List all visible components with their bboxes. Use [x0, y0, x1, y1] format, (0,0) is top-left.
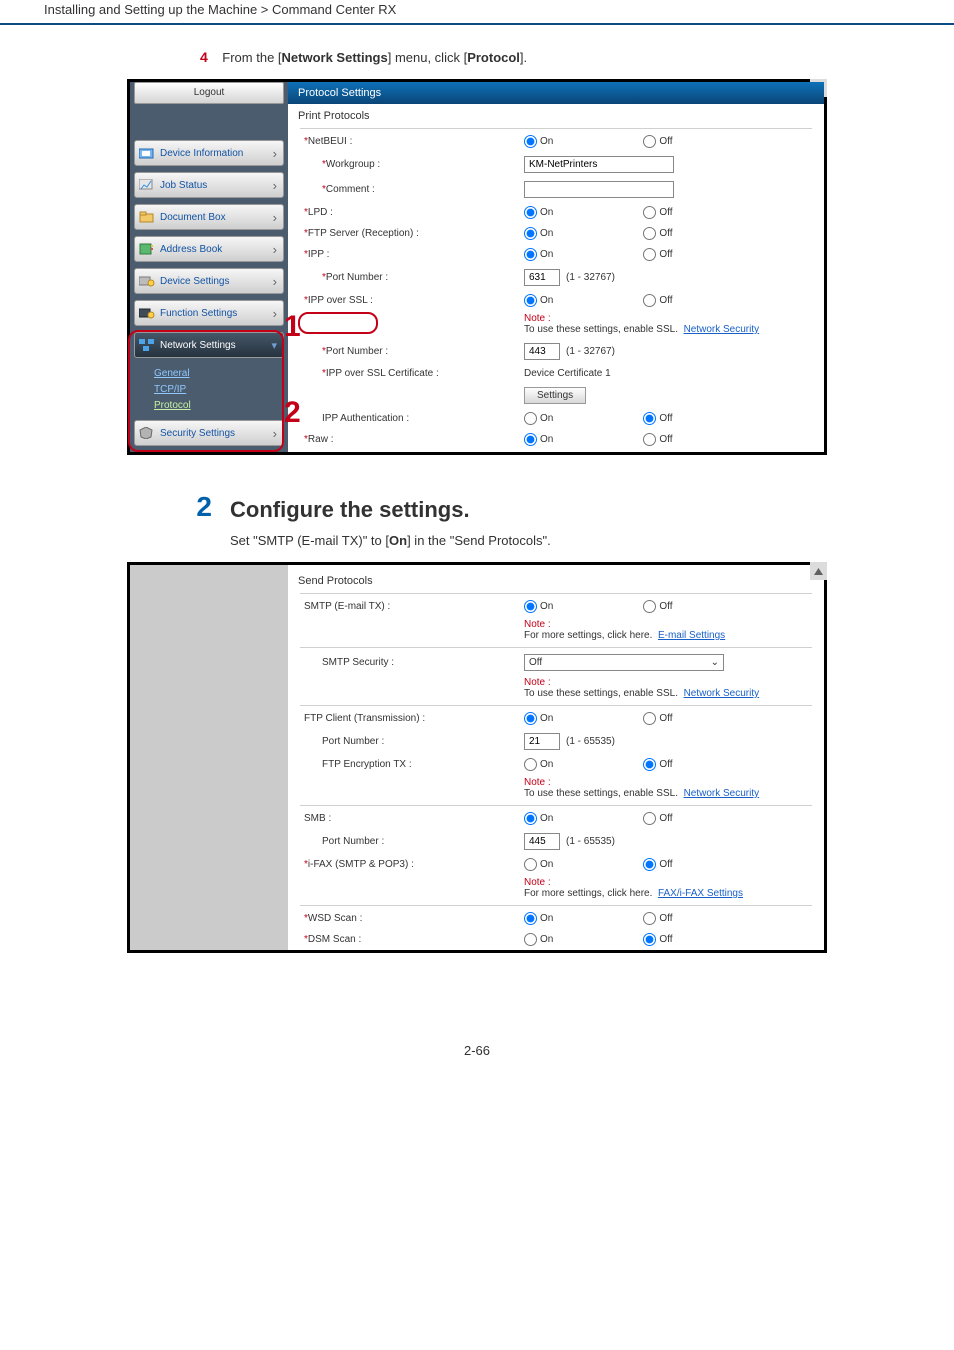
nav-device-information[interactable]: Device Information ›	[134, 140, 284, 166]
ippauth-off[interactable]: Off	[643, 412, 672, 425]
ftpc-on[interactable]: On	[524, 712, 553, 725]
settings-button[interactable]: Settings	[524, 387, 586, 404]
ftp-port-input[interactable]	[524, 733, 560, 750]
note-email: Note : For more settings, click here. E-…	[288, 617, 824, 645]
chevron-right-icon: ›	[273, 146, 277, 161]
nav-document-box[interactable]: Document Box ›	[134, 204, 284, 230]
step2-number: 2	[170, 493, 212, 521]
nav-security-settings[interactable]: Security Settings ›	[134, 420, 284, 446]
chevron-right-icon: ›	[273, 306, 277, 321]
nav-function-settings[interactable]: Function Settings ›	[134, 300, 284, 326]
ippssl-off[interactable]: Off	[643, 294, 672, 307]
network-settings-icon	[139, 338, 155, 352]
step2-heading: Configure the settings.	[170, 497, 910, 523]
ifax-on[interactable]: On	[524, 858, 553, 871]
chevron-down-icon: ⌄	[711, 657, 719, 668]
chevron-right-icon: ›	[273, 426, 277, 441]
ftpenc-on[interactable]: On	[524, 758, 553, 771]
step4-number: 4	[200, 49, 208, 65]
ftp-on[interactable]: On	[524, 227, 553, 240]
wsd-on[interactable]: On	[524, 912, 553, 925]
sidebar: Logout Device Information › Job Status ›…	[130, 82, 288, 452]
chevron-right-icon: ›	[273, 178, 277, 193]
ippauth-on[interactable]: On	[524, 412, 553, 425]
step4-line: 4 From the [Network Settings] menu, clic…	[200, 49, 910, 65]
note-ssl: Note : To use these settings, enable SSL…	[288, 311, 824, 339]
raw-off[interactable]: Off	[643, 433, 672, 446]
sidebar-submenu: General TCP/IP Protocol	[130, 364, 288, 420]
note-netsec-2: Note : To use these settings, enable SSL…	[288, 775, 824, 803]
chevron-down-icon: ▾	[271, 339, 277, 352]
header-rule	[0, 23, 954, 25]
smtp-on[interactable]: On	[524, 600, 553, 613]
ipp-off[interactable]: Off	[643, 248, 672, 261]
ippssl-port-input[interactable]	[524, 343, 560, 360]
smb-off[interactable]: Off	[643, 812, 672, 825]
ftpc-off[interactable]: Off	[643, 712, 672, 725]
protocol-settings-panel: 1 2 Protocol Settings Print Protocols *N…	[288, 82, 824, 452]
security-settings-icon	[139, 426, 155, 440]
link-network-security[interactable]: Network Security	[684, 324, 760, 335]
smtp-off[interactable]: Off	[643, 600, 672, 613]
nav-address-book[interactable]: Address Book ›	[134, 236, 284, 262]
job-status-icon	[139, 178, 155, 192]
chevron-right-icon: ›	[273, 274, 277, 289]
smb-on[interactable]: On	[524, 812, 553, 825]
device-settings-icon	[139, 274, 155, 288]
screenshot-1: Logout Device Information › Job Status ›…	[127, 79, 827, 455]
sublink-tcpip[interactable]: TCP/IP	[154, 384, 288, 395]
nav-network-settings[interactable]: Network Settings ▾	[134, 332, 284, 358]
note-netsec-1: Note : To use these settings, enable SSL…	[288, 675, 824, 703]
link-email-settings[interactable]: E-mail Settings	[658, 630, 725, 641]
sublink-general[interactable]: General	[154, 368, 288, 379]
ipp-on[interactable]: On	[524, 248, 553, 261]
logout-button[interactable]: Logout	[134, 82, 284, 104]
nav-job-status[interactable]: Job Status ›	[134, 172, 284, 198]
netbeui-off[interactable]: Off	[643, 135, 672, 148]
step2-body: Set "SMTP (E-mail TX)" to [On] in the "S…	[230, 533, 910, 548]
send-protocols-panel: Send Protocols SMTP (E-mail TX) : On Off…	[288, 565, 824, 950]
section-send-protocols: Send Protocols	[288, 569, 824, 591]
ftp-off[interactable]: Off	[643, 227, 672, 240]
marker-1: 1	[284, 310, 301, 344]
link-network-security[interactable]: Network Security	[684, 788, 760, 799]
smb-port-input[interactable]	[524, 833, 560, 850]
ifax-off[interactable]: Off	[643, 858, 672, 871]
panel-header: Protocol Settings	[288, 82, 824, 104]
netbeui-on[interactable]: On	[524, 135, 553, 148]
ipp-port-input[interactable]	[524, 269, 560, 286]
raw-on[interactable]: On	[524, 433, 553, 446]
chevron-right-icon: ›	[273, 210, 277, 225]
ftpenc-off[interactable]: Off	[643, 758, 672, 771]
section-print-protocols: Print Protocols	[288, 104, 824, 126]
chevron-right-icon: ›	[273, 242, 277, 257]
sidebar-placeholder	[130, 565, 288, 950]
document-box-icon	[139, 210, 155, 224]
smtp-security-select[interactable]: Off ⌄	[524, 654, 724, 671]
workgroup-input[interactable]	[524, 156, 674, 173]
ippssl-on[interactable]: On	[524, 294, 553, 307]
link-network-security[interactable]: Network Security	[684, 688, 760, 699]
link-fax-settings[interactable]: FAX/i-FAX Settings	[658, 888, 743, 899]
address-book-icon	[139, 242, 155, 256]
lpd-off[interactable]: Off	[643, 206, 672, 219]
screenshot-2: Send Protocols SMTP (E-mail TX) : On Off…	[127, 562, 827, 953]
device-info-icon	[139, 146, 155, 160]
page-number: 2-66	[0, 953, 954, 1082]
note-fax: Note : For more settings, click here. FA…	[288, 875, 824, 903]
dsm-on[interactable]: On	[524, 933, 553, 946]
sublink-protocol[interactable]: Protocol	[154, 400, 288, 411]
breadcrumb: Installing and Setting up the Machine > …	[0, 0, 954, 23]
function-settings-icon	[139, 306, 155, 320]
dsm-off[interactable]: Off	[643, 933, 672, 946]
comment-input[interactable]	[524, 181, 674, 198]
nav-device-settings[interactable]: Device Settings ›	[134, 268, 284, 294]
lpd-on[interactable]: On	[524, 206, 553, 219]
marker-2: 2	[284, 396, 301, 430]
wsd-off[interactable]: Off	[643, 912, 672, 925]
